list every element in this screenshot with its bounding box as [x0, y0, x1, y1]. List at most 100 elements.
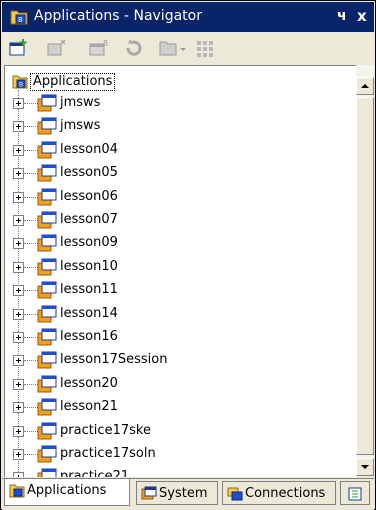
expand-toggle-icon[interactable]: [13, 378, 24, 390]
tree-item[interactable]: lesson11: [5, 279, 355, 302]
expand-toggle-icon[interactable]: [13, 238, 24, 250]
tree-item[interactable]: lesson21: [5, 396, 355, 419]
expand-toggle-icon[interactable]: [13, 332, 24, 343]
project-icon: [37, 258, 57, 280]
expand-toggle-icon[interactable]: [13, 355, 24, 367]
tree-item[interactable]: practice17ske: [5, 420, 355, 443]
scroll-down-button[interactable]: [356, 458, 374, 476]
tree-item-label: lesson17Session: [60, 352, 168, 368]
project-icon: [37, 94, 57, 116]
project-icon: [37, 468, 57, 477]
tree-item[interactable]: jmsws: [5, 115, 355, 138]
expand-toggle-icon[interactable]: [13, 449, 24, 460]
tree-item-label: lesson21: [60, 399, 118, 415]
tree-item[interactable]: lesson06: [5, 186, 355, 209]
new-project-icon[interactable]: [46, 37, 68, 59]
grid-view-icon[interactable]: [194, 37, 216, 59]
applications-tab-icon: [9, 483, 25, 503]
tree-item-label: lesson06: [60, 188, 118, 204]
expand-toggle-icon[interactable]: [13, 261, 24, 273]
navigator-window: B Applications - Navigator ч x 8 B Appli…: [0, 0, 376, 510]
new-application-icon[interactable]: [8, 37, 30, 59]
tree-item-label: lesson09: [60, 235, 118, 251]
close-icon[interactable]: x: [357, 7, 367, 25]
svg-text:B: B: [19, 82, 23, 89]
tab-overflow[interactable]: [340, 481, 370, 505]
tree-branch-line: [24, 383, 38, 385]
tree-item-label: lesson07: [60, 212, 118, 227]
project-icon: [37, 328, 57, 350]
tab-connections[interactable]: Connections: [222, 481, 336, 505]
expand-toggle-icon[interactable]: [13, 144, 24, 156]
tab-system[interactable]: System: [136, 481, 218, 505]
tree-branch-line: [24, 126, 38, 128]
tree-branch-line: [24, 173, 38, 175]
project-icon: [37, 188, 57, 210]
tree-item[interactable]: practice17soln: [5, 443, 355, 466]
refresh-icon[interactable]: [122, 37, 144, 59]
scroll-up-button[interactable]: [356, 77, 374, 95]
project-icon: [37, 445, 57, 467]
system-tab-icon: [141, 486, 157, 506]
tree-item[interactable]: lesson09: [5, 232, 355, 255]
connections-tab-icon: [227, 486, 243, 506]
tree-item-label: lesson05: [60, 165, 118, 181]
applications-tree[interactable]: B Applications jmsws jmsws lesson04 lesson0…: [4, 65, 357, 477]
expand-toggle-icon[interactable]: [13, 285, 24, 297]
tree-item[interactable]: lesson20: [5, 373, 355, 396]
tree-item[interactable]: lesson10: [5, 256, 355, 279]
tab-applications[interactable]: Applications: [4, 479, 130, 506]
tree-item[interactable]: lesson14: [5, 303, 355, 326]
tree-branch-line: [24, 243, 38, 245]
tree-branch-line: [24, 360, 38, 362]
tree-item[interactable]: lesson04: [5, 139, 355, 162]
tab-applications-label: Applications: [27, 483, 107, 498]
tree-item[interactable]: lesson17Session: [5, 349, 355, 372]
tree-branch-line: [24, 196, 38, 198]
tree-root-label: Applications: [30, 73, 116, 91]
tree-item-label: lesson10: [60, 258, 118, 274]
scrollbar-thumb[interactable]: [356, 97, 374, 455]
vertical-scrollbar[interactable]: [356, 65, 374, 476]
toolbar: 8: [2, 33, 374, 63]
svg-text:8: 8: [103, 39, 108, 48]
tree-branch-line: [24, 407, 38, 409]
expand-toggle-icon[interactable]: [13, 402, 24, 414]
tree-branch-line: [24, 220, 38, 221]
tree-item-label: lesson11: [60, 282, 118, 298]
tree-item-label: lesson14: [60, 305, 118, 321]
tree-item-label: practice17soln: [60, 446, 156, 461]
tab-connections-label: Connections: [245, 486, 326, 501]
tree-item-label: jmsws: [60, 95, 101, 110]
tree-item-label: lesson16: [60, 329, 118, 344]
tree-item[interactable]: practice21: [5, 466, 355, 477]
new-file-icon[interactable]: 8: [88, 37, 110, 59]
expand-toggle-icon[interactable]: [13, 472, 24, 477]
expand-toggle-icon[interactable]: [13, 308, 24, 320]
tree-item[interactable]: lesson07: [5, 209, 355, 232]
project-icon: [37, 305, 57, 327]
navigator-tabs: Applications System Connections: [2, 478, 374, 510]
tree-branch-line: [24, 149, 38, 151]
expand-toggle-icon[interactable]: [13, 191, 24, 203]
expand-toggle-icon[interactable]: [13, 215, 24, 226]
tree-item-label: practice17ske: [60, 422, 151, 438]
tree-item[interactable]: lesson16: [5, 326, 355, 349]
project-icon: [37, 117, 57, 139]
project-icon: [37, 375, 57, 397]
project-icon: [37, 234, 57, 256]
expand-toggle-icon[interactable]: [13, 121, 24, 133]
tree-branch-line: [24, 290, 38, 292]
tree-branch-line: [24, 266, 38, 268]
tree-branch-line: [24, 103, 38, 104]
pin-icon[interactable]: ч: [337, 8, 347, 24]
expand-toggle-icon[interactable]: [13, 425, 24, 437]
tree-item[interactable]: lesson05: [5, 162, 355, 185]
svg-text:B: B: [18, 16, 23, 24]
project-icon: [37, 422, 57, 444]
tab-system-label: System: [159, 486, 208, 501]
tree-item[interactable]: jmsws: [5, 92, 355, 115]
expand-toggle-icon[interactable]: [13, 98, 24, 109]
filter-dropdown-icon[interactable]: [158, 37, 188, 59]
expand-toggle-icon[interactable]: [13, 168, 24, 180]
